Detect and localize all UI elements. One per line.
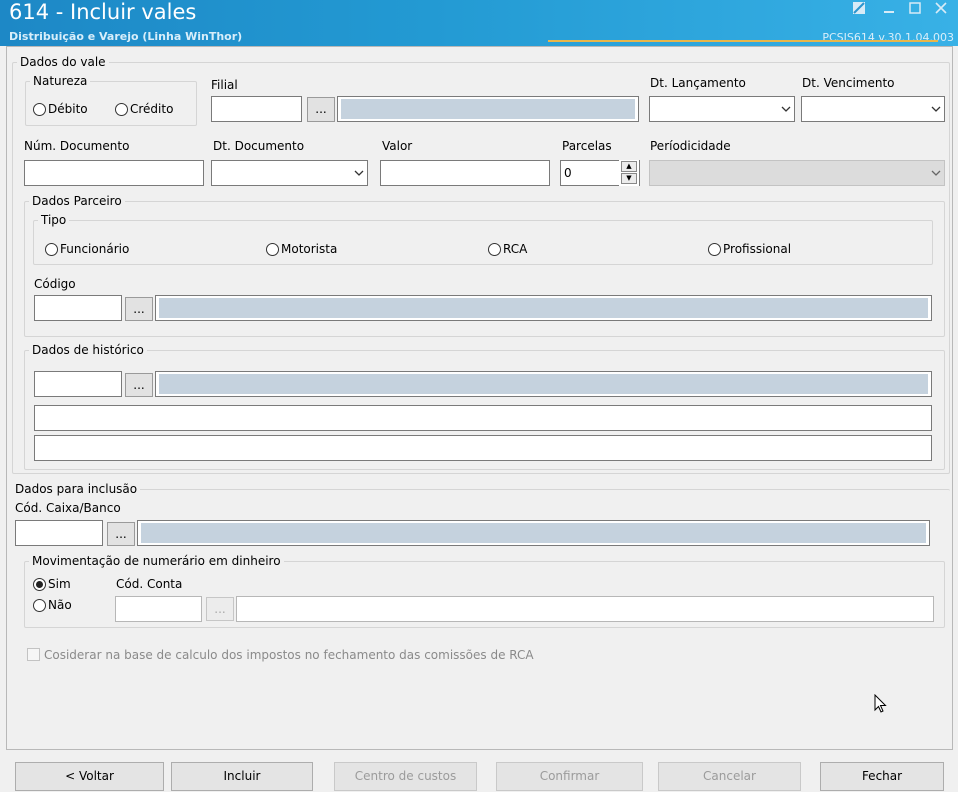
filial-browse-button[interactable]: ... — [307, 97, 335, 122]
filial-label: Filial — [211, 78, 238, 92]
num-documento-label: Núm. Documento — [24, 139, 130, 153]
num-documento-input[interactable] — [24, 160, 204, 186]
radio-label-debito: Débito — [48, 102, 88, 116]
radio-credito[interactable]: Crédito — [115, 102, 173, 116]
radio-circle — [45, 242, 58, 256]
radio-label-profissional: Profissional — [723, 242, 792, 256]
radio-profissional[interactable]: Profissional — [708, 242, 791, 256]
dt-vencimento-label: Dt. Vencimento — [802, 76, 895, 90]
dt-lancamento-label: Dt. Lançamento — [650, 76, 746, 90]
dt-documento-label: Dt. Documento — [213, 139, 305, 153]
codigo-description-fill — [159, 298, 928, 318]
filial-description-fill — [341, 99, 635, 119]
radio-circle — [33, 102, 46, 116]
incluir-button[interactable]: Incluir — [171, 762, 313, 791]
chevron-down-icon — [781, 106, 791, 112]
fechar-button[interactable]: Fechar — [820, 762, 944, 791]
radio-debito[interactable]: Débito — [33, 102, 88, 116]
cod-conta-browse-button[interactable]: ... — [206, 597, 234, 621]
historico-line-2-input[interactable] — [34, 435, 932, 461]
title-bar: 614 - Incluir vales Distribuição e Varej… — [0, 0, 958, 46]
radio-rca[interactable]: RCA — [488, 242, 527, 256]
radio-nao[interactable]: Não — [33, 598, 72, 612]
caixa-banco-label: Cód. Caixa/Banco — [15, 501, 121, 515]
natureza-group: Natureza — [25, 74, 197, 126]
radio-label-credito: Crédito — [130, 102, 174, 116]
radio-label-nao: Não — [48, 598, 72, 612]
radio-label-motorista: Motorista — [281, 242, 338, 256]
dados-parceiro-legend: Dados Parceiro — [32, 194, 122, 208]
version-label: PCSIS614 v.30.1.04.003 — [822, 31, 954, 44]
radio-circle — [708, 242, 721, 256]
valor-input[interactable] — [380, 160, 550, 186]
tipo-legend: Tipo — [41, 213, 67, 227]
spin-up-icon[interactable]: ▲ — [621, 161, 637, 172]
radio-circle — [488, 242, 501, 256]
dt-lancamento-combo[interactable] — [649, 96, 795, 122]
dados-inclusao-legend: Dados para inclusão — [15, 482, 138, 496]
periodicidade-combo[interactable] — [649, 160, 945, 186]
historico-browse-button[interactable]: ... — [125, 373, 153, 397]
movimentacao-legend: Movimentação de numerário em dinheiro — [32, 554, 281, 568]
impostos-checkbox-label: Cosiderar na base de calculo dos imposto… — [44, 648, 534, 662]
radio-circle — [33, 598, 46, 612]
radio-funcionario[interactable]: Funcionário — [45, 242, 129, 256]
maximize-icon[interactable] — [904, 1, 926, 17]
confirmar-button[interactable]: Confirmar — [496, 762, 643, 791]
radio-circle-selected — [33, 577, 46, 591]
cod-conta-input[interactable] — [115, 596, 202, 622]
voltar-button[interactable]: < Voltar — [15, 762, 164, 791]
centro-custos-button[interactable]: Centro de custos — [334, 762, 477, 791]
caixa-banco-browse-button[interactable]: ... — [107, 522, 135, 546]
cancelar-button[interactable]: Cancelar — [658, 762, 801, 791]
historico-line-1-input[interactable] — [34, 405, 932, 431]
historico-code-input[interactable] — [34, 371, 122, 397]
parcelas-label: Parcelas — [562, 139, 612, 153]
periodicidade-label: Períodicidade — [650, 139, 731, 153]
cod-conta-label: Cód. Conta — [116, 577, 183, 591]
codigo-input[interactable] — [34, 295, 122, 321]
radio-label-sim: Sim — [48, 577, 71, 591]
radio-circle — [115, 102, 128, 116]
filial-input[interactable] — [211, 96, 302, 122]
close-icon[interactable] — [930, 1, 952, 17]
spin-down-icon[interactable]: ▼ — [621, 173, 637, 184]
caixa-banco-input[interactable] — [15, 520, 103, 546]
dt-documento-combo[interactable] — [211, 160, 368, 186]
radio-sim[interactable]: Sim — [33, 577, 71, 591]
dados-vale-legend: Dados do vale — [20, 55, 106, 69]
window-subtitle: Distribuição e Varejo (Linha WinThor) — [9, 30, 243, 43]
restore-icon[interactable] — [848, 1, 870, 17]
codigo-browse-button[interactable]: ... — [125, 297, 153, 321]
title-accent-line — [548, 40, 938, 42]
valor-label: Valor — [382, 139, 413, 153]
radio-motorista[interactable]: Motorista — [266, 242, 337, 256]
chevron-down-icon — [354, 170, 364, 176]
window-title: 614 - Incluir vales — [9, 0, 197, 24]
dados-historico-legend: Dados de histórico — [32, 343, 144, 357]
historico-description-fill — [159, 374, 928, 394]
radio-label-funcionario: Funcionário — [60, 242, 130, 256]
cod-conta-description-field — [236, 596, 934, 622]
radio-circle — [266, 242, 279, 256]
parcelas-spinner[interactable]: ▲ ▼ — [619, 160, 639, 186]
mouse-cursor-icon — [874, 694, 887, 713]
dt-vencimento-combo[interactable] — [801, 96, 945, 122]
radio-label-rca: RCA — [503, 242, 528, 256]
tipo-group: Tipo — [33, 213, 933, 265]
impostos-checkbox[interactable] — [27, 648, 40, 661]
chevron-down-icon — [931, 106, 941, 112]
chevron-down-icon — [931, 170, 941, 176]
minimize-icon[interactable] — [878, 1, 900, 17]
caixa-banco-description-fill — [141, 523, 926, 543]
codigo-label: Código — [34, 277, 76, 291]
natureza-legend: Natureza — [33, 74, 88, 88]
